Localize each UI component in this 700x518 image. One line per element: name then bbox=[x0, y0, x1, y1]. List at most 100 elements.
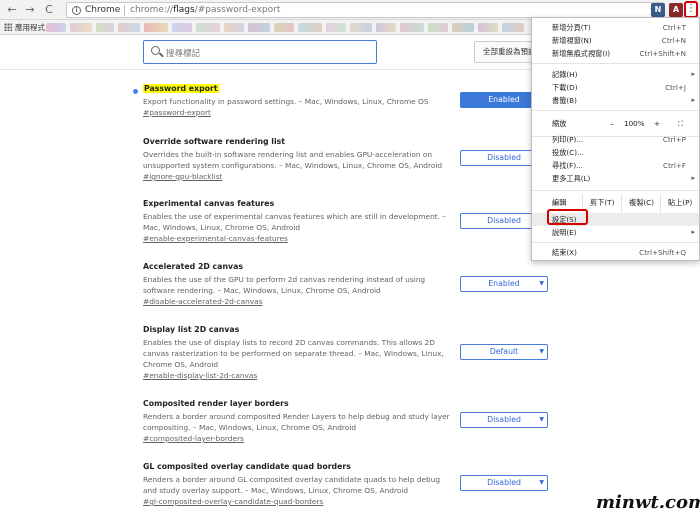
forward-arrow-icon[interactable]: → bbox=[23, 3, 37, 17]
extension-a-icon[interactable]: A bbox=[669, 3, 683, 17]
flag-title: Password export bbox=[143, 84, 219, 93]
menu-item-downloads[interactable]: 下載(D) Ctrl+J bbox=[532, 81, 699, 94]
bookmark-item[interactable] bbox=[376, 23, 396, 32]
zoom-level: 100% bbox=[624, 119, 645, 128]
bookmark-item[interactable] bbox=[452, 23, 474, 32]
flag-anchor-link[interactable]: #ignore-gpu-blacklist bbox=[143, 171, 453, 183]
flag-entry: Override software rendering list Overrid… bbox=[143, 137, 453, 183]
flag-title: Accelerated 2D canvas bbox=[143, 262, 243, 271]
watermark: minwt.com bbox=[596, 492, 700, 513]
flag-description: Enables the use of the GPU to perform 2d… bbox=[143, 275, 426, 295]
flag-entry: Display list 2D canvas Enables the use o… bbox=[143, 325, 453, 382]
bookmark-item[interactable] bbox=[350, 23, 372, 32]
bookmark-item[interactable] bbox=[274, 23, 294, 32]
zoom-in-button[interactable]: + bbox=[654, 119, 660, 128]
omnibox-divider bbox=[124, 5, 125, 16]
scheme-label: Chrome bbox=[85, 5, 121, 15]
bookmark-item[interactable] bbox=[196, 23, 220, 32]
settings-highlight-box bbox=[547, 209, 588, 225]
flag-title: Override software rendering list bbox=[143, 137, 286, 146]
flag-anchor-link[interactable]: #enable-experimental-canvas-features bbox=[143, 233, 453, 245]
flag-title: Composited render layer borders bbox=[143, 399, 289, 408]
submenu-arrow-icon: ▸ bbox=[691, 70, 695, 78]
submenu-arrow-icon: ▸ bbox=[691, 174, 695, 182]
menu-divider bbox=[532, 190, 699, 191]
bookmark-item[interactable] bbox=[428, 23, 448, 32]
menu-divider bbox=[532, 110, 699, 111]
flag-description: Enables the use of experimental canvas f… bbox=[143, 212, 447, 232]
url-text[interactable]: chrome://flags/#password-export bbox=[130, 5, 280, 15]
menu-item-incognito[interactable]: 新增無痕式視窗(I) Ctrl+Shift+N bbox=[532, 47, 699, 60]
address-bar[interactable]: i Chrome chrome://flags/#password-export… bbox=[66, 2, 664, 18]
copy-button[interactable]: 複製(C) bbox=[629, 198, 654, 208]
flag-state-select[interactable]: Disabled ▼ bbox=[460, 412, 548, 428]
menu-item-bookmarks[interactable]: 書籤(B) ▸ bbox=[532, 94, 699, 107]
reload-icon[interactable]: C bbox=[42, 3, 56, 17]
menu-divider bbox=[532, 63, 699, 64]
menu-divider bbox=[532, 242, 699, 243]
apps-shortcut[interactable]: 應用程式 bbox=[4, 22, 45, 33]
search-icon bbox=[151, 46, 160, 55]
flag-anchor-link[interactable]: #enable-display-list-2d-canvas bbox=[143, 370, 453, 382]
menu-item-find[interactable]: 尋找(F)... Ctrl+F bbox=[532, 159, 699, 172]
flag-anchor-link[interactable]: #composited-layer-borders bbox=[143, 433, 453, 445]
bookmark-item[interactable] bbox=[118, 23, 140, 32]
flag-entry: Experimental canvas features Enables the… bbox=[143, 199, 453, 245]
zoom-out-button[interactable]: – bbox=[610, 119, 614, 128]
flag-state-select[interactable]: Enabled ▼ bbox=[460, 276, 548, 292]
submenu-arrow-icon: ▸ bbox=[691, 96, 695, 104]
bookmark-item[interactable] bbox=[70, 23, 92, 32]
flag-entry: Composited render layer borders Renders … bbox=[143, 399, 453, 445]
cut-button[interactable]: 剪下(T) bbox=[590, 198, 614, 208]
menu-item-exit[interactable]: 結束(X) Ctrl+Shift+Q bbox=[532, 246, 699, 259]
flag-anchor-link[interactable]: #password-export bbox=[143, 107, 453, 119]
bookmark-item[interactable] bbox=[224, 23, 244, 32]
menu-item-more-tools[interactable]: 更多工具(L) ▸ bbox=[532, 172, 699, 185]
dropdown-caret-icon: ▼ bbox=[539, 416, 544, 423]
flag-state-select[interactable]: Default ▼ bbox=[460, 344, 548, 360]
dropdown-caret-icon: ▼ bbox=[539, 348, 544, 355]
bookmark-item[interactable] bbox=[298, 23, 322, 32]
bookmark-item[interactable] bbox=[248, 23, 270, 32]
flag-search-input[interactable]: 搜尋標記 bbox=[143, 40, 377, 64]
menu-item-new-tab[interactable]: 新增分頁(T) Ctrl+T bbox=[532, 21, 699, 34]
chrome-menu-button[interactable]: ⋮ bbox=[684, 1, 698, 18]
menu-item-history[interactable]: 記錄(H) ▸ bbox=[532, 68, 699, 81]
back-arrow-icon[interactable]: ← bbox=[5, 3, 19, 17]
paste-button[interactable]: 貼上(P) bbox=[668, 198, 692, 208]
flag-entry: GL composited overlay candidate quad bor… bbox=[143, 462, 453, 508]
dropdown-caret-icon: ▼ bbox=[539, 479, 544, 486]
flag-description: Renders a border around composited Rende… bbox=[143, 412, 450, 432]
modified-indicator-dot bbox=[133, 89, 138, 94]
edit-divider bbox=[621, 194, 622, 214]
fullscreen-icon[interactable]: ⛶ bbox=[678, 119, 683, 129]
dropdown-caret-icon: ▼ bbox=[539, 280, 544, 287]
menu-item-new-window[interactable]: 新增視窗(N) Ctrl+N bbox=[532, 34, 699, 47]
search-placeholder: 搜尋標記 bbox=[166, 49, 201, 59]
bookmark-item[interactable] bbox=[502, 23, 524, 32]
bookmark-item[interactable] bbox=[478, 23, 498, 32]
flag-anchor-link[interactable]: #disable-accelerated-2d-canvas bbox=[143, 296, 453, 308]
extension-n-icon[interactable]: N bbox=[651, 3, 665, 17]
bookmark-item[interactable] bbox=[144, 23, 168, 32]
page-info-icon[interactable]: i bbox=[72, 6, 81, 15]
bookmark-item[interactable] bbox=[326, 23, 346, 32]
menu-item-help[interactable]: 說明(E) ▸ bbox=[532, 226, 699, 239]
bookmark-item[interactable] bbox=[46, 23, 66, 32]
bookmark-item[interactable] bbox=[400, 23, 424, 32]
flag-anchor-link[interactable]: #gl-composited-overlay-candidate-quad-bo… bbox=[143, 496, 453, 508]
flag-state-select[interactable]: Disabled ▼ bbox=[460, 475, 548, 491]
flag-title: Experimental canvas features bbox=[143, 199, 275, 208]
flag-description: Enables the use of display lists to reco… bbox=[143, 338, 444, 369]
flag-title: GL composited overlay candidate quad bor… bbox=[143, 462, 351, 471]
menu-item-cast[interactable]: 投放(C)... bbox=[532, 146, 699, 159]
bookmark-item[interactable] bbox=[96, 23, 114, 32]
edit-label: 編輯 bbox=[552, 198, 567, 207]
edit-divider bbox=[660, 194, 661, 214]
flag-description: Export functionality in password setting… bbox=[143, 97, 429, 106]
flag-description: Renders a border around GL composited ov… bbox=[143, 475, 441, 495]
menu-item-print[interactable]: 列印(P)... Ctrl+P bbox=[532, 133, 699, 146]
flag-title: Display list 2D canvas bbox=[143, 325, 240, 334]
bookmark-item[interactable] bbox=[172, 23, 192, 32]
flag-description: Overrides the built-in software renderin… bbox=[143, 150, 443, 170]
